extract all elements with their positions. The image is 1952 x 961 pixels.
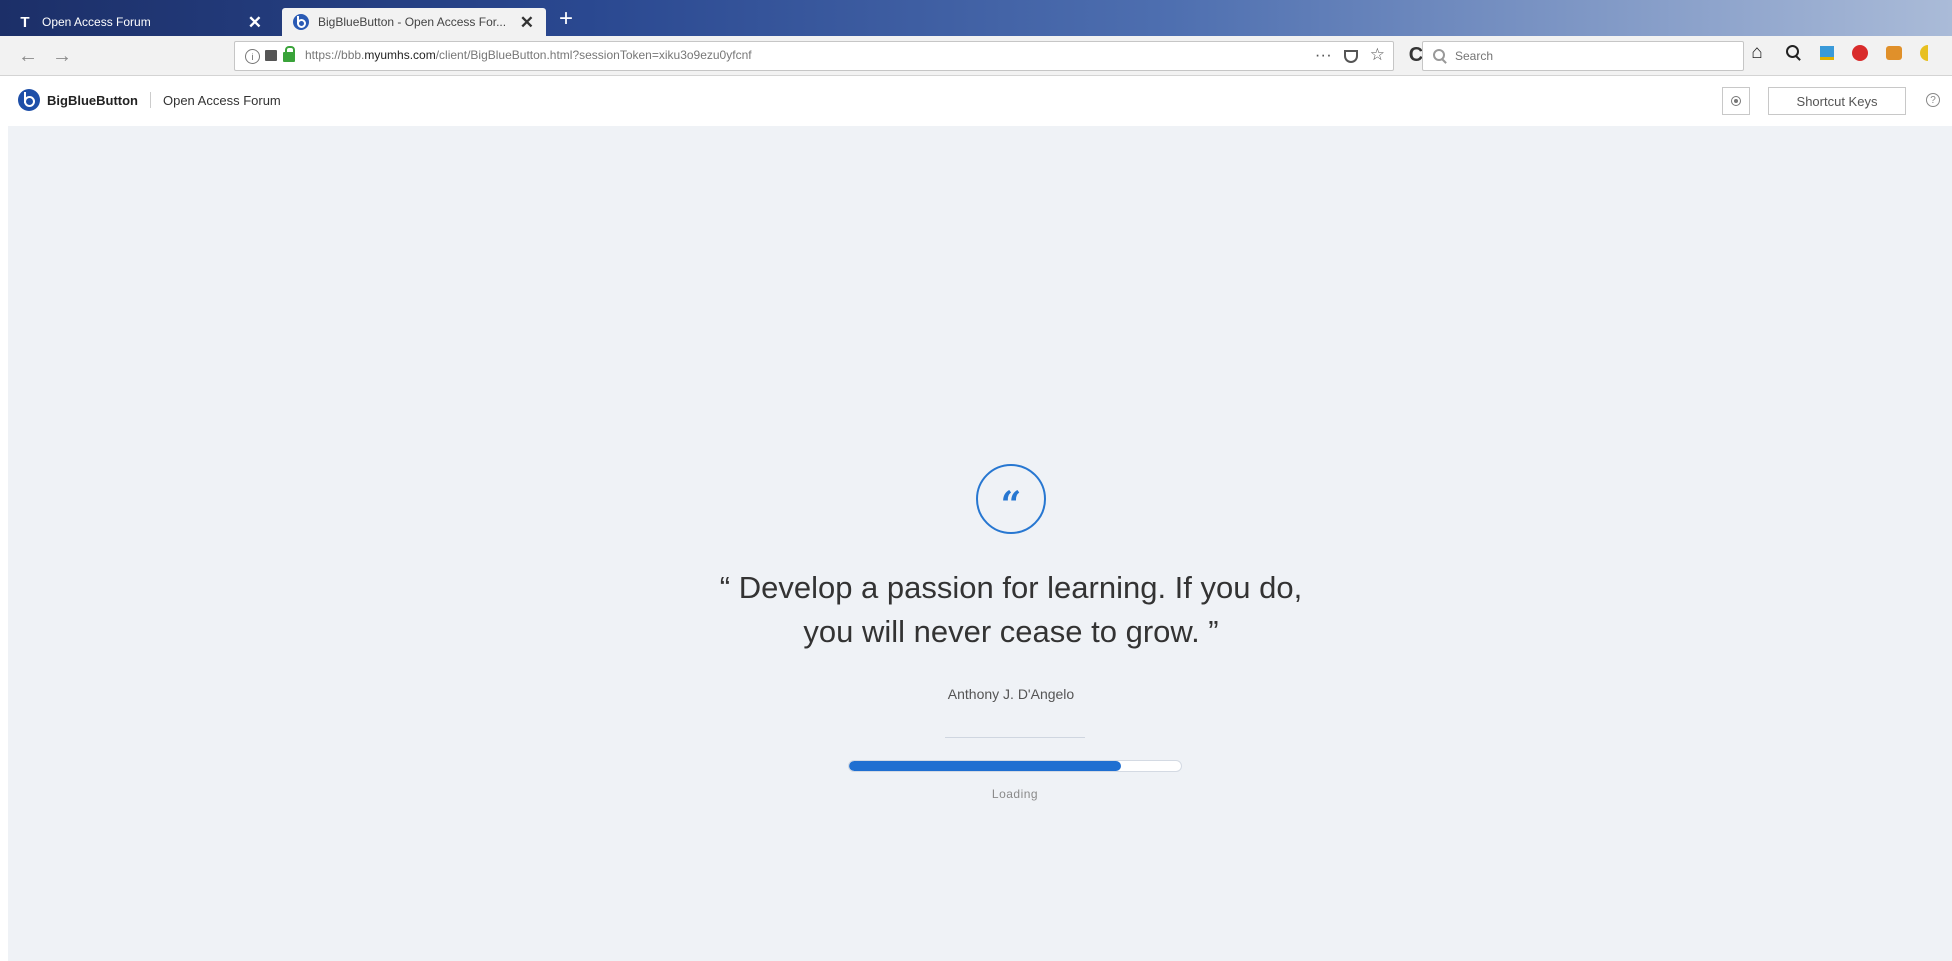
tab-title: BigBlueButton - Open Access For...	[318, 15, 507, 29]
bookmark-star-icon[interactable]: ☆	[1370, 45, 1385, 65]
browser-tab-bar: T Open Access Forum ✕ BigBlueButton - Op…	[0, 0, 1952, 36]
close-tab-icon[interactable]: ✕	[246, 14, 264, 31]
new-tab-button[interactable]: +	[553, 5, 579, 32]
loading-progress-bar	[848, 760, 1182, 772]
extension-icon[interactable]	[1886, 46, 1902, 60]
t-favicon-icon: T	[20, 13, 30, 31]
page-actions-icon[interactable]: ···	[1315, 45, 1332, 65]
loading-quote: “ Develop a passion for learning. If you…	[719, 570, 1303, 649]
loading-screen: “ “ Develop a passion for learning. If y…	[8, 126, 1952, 961]
browser-nav-bar: ← → i https://bbb.myumhs.com/client/BigB…	[0, 36, 1952, 76]
extension-icon[interactable]	[1920, 45, 1928, 61]
url-text[interactable]: https://bbb.myumhs.com/client/BigBlueBut…	[305, 48, 752, 62]
divider	[945, 737, 1085, 738]
bigbluebutton-logo-icon	[18, 89, 40, 111]
tab-open-access-forum[interactable]: T Open Access Forum ✕	[6, 8, 274, 36]
search-icon[interactable]	[1784, 44, 1802, 62]
pocket-icon[interactable]	[1343, 49, 1358, 63]
brand-name: BigBlueButton	[47, 92, 138, 108]
shortcut-keys-button[interactable]: Shortcut Keys	[1768, 87, 1906, 115]
toolbar-icons: ⌂	[1748, 42, 1928, 63]
adblock-icon[interactable]	[1852, 45, 1868, 61]
quote-icon: “	[976, 464, 1046, 534]
url-actions: ··· ☆	[1315, 45, 1385, 65]
tab-bigbluebutton[interactable]: BigBlueButton - Open Access For... ✕	[282, 8, 546, 36]
close-tab-icon[interactable]: ✕	[518, 14, 536, 31]
progress-fill	[849, 761, 1122, 771]
tab-title: Open Access Forum	[42, 15, 151, 29]
brand: BigBlueButton Open Access Forum	[18, 89, 281, 111]
note-extension-icon[interactable]	[1820, 46, 1834, 60]
url-bar[interactable]: i https://bbb.myumhs.com/client/BigBlueB…	[234, 41, 1394, 71]
forward-button[interactable]: →	[50, 44, 74, 68]
loading-label: Loading	[991, 787, 1039, 801]
search-box[interactable]	[1422, 41, 1744, 71]
home-icon[interactable]: ⌂	[1748, 42, 1766, 63]
quote-author: Anthony J. D'Angelo	[947, 686, 1075, 702]
app-header: BigBlueButton Open Access Forum Shortcut…	[0, 76, 1952, 126]
bigbluebutton-favicon-icon	[292, 13, 310, 31]
search-input[interactable]	[1453, 48, 1717, 64]
search-icon	[1433, 49, 1447, 63]
help-icon[interactable]: ?	[1926, 93, 1940, 107]
lock-icon[interactable]	[283, 46, 295, 62]
permissions-icon[interactable]	[265, 50, 277, 61]
record-button[interactable]	[1722, 87, 1750, 115]
back-button[interactable]: ←	[16, 44, 40, 68]
info-icon[interactable]: i	[245, 49, 260, 64]
record-icon	[1731, 96, 1741, 106]
meeting-name: Open Access Forum	[162, 92, 281, 108]
header-divider	[149, 92, 151, 108]
